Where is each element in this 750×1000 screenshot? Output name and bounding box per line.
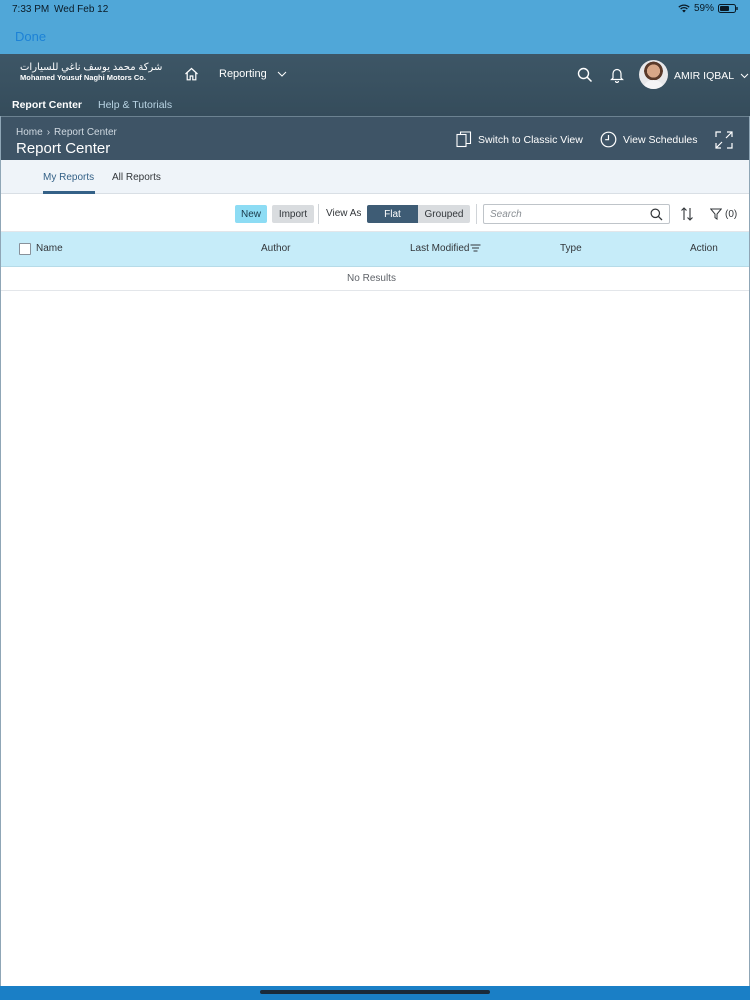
done-button[interactable]: Done [15,29,46,44]
logo-english-text: Mohamed Yousuf Naghi Motors Co. [20,73,146,82]
breadcrumb: Home › Report Center [16,127,117,138]
home-icon[interactable] [184,67,199,81]
view-as-label: View As [326,208,362,219]
sort-icon[interactable] [680,207,694,221]
select-all-checkbox[interactable] [19,243,31,255]
filter-count: (0) [725,208,738,220]
sort-descending-icon [470,244,481,252]
fullscreen-icon[interactable] [715,131,733,149]
view-mode-segmented: Flat Grouped [367,205,470,223]
copy-icon [456,131,472,148]
tab-bar: My Reports All Reports [0,160,750,194]
view-flat-button[interactable]: Flat [367,205,418,223]
status-indicators: 59% [678,3,738,14]
status-bar: 7:33 PM Wed Feb 12 59% [0,0,750,18]
search-icon[interactable] [577,67,593,83]
column-last-modified[interactable]: Last Modified [410,243,481,254]
table-empty-row: No Results [0,267,750,291]
search-field[interactable] [483,204,670,224]
view-schedules-label: View Schedules [623,133,698,146]
nav-help-tutorials[interactable]: Help & Tutorials [98,99,172,111]
logo-arabic-text: شركة محمد يوسف ناغي للسيارات [20,62,163,73]
search-icon[interactable] [650,208,663,221]
avatar-body [643,80,664,89]
column-name[interactable]: Name [36,243,63,254]
table-toolbar: New Import View As Flat Grouped (0) [0,195,750,232]
page-header: Home › Report Center Report Center Switc… [0,116,750,160]
new-button[interactable]: New [235,205,267,223]
battery-icon [718,4,738,13]
shell-nav: Report Center Help & Tutorials [0,98,750,116]
filter-icon [710,208,722,220]
table-header: Name Author Last Modified Type Action [0,232,750,267]
toolbar-divider [476,204,477,224]
wifi-icon [678,4,690,13]
user-name: AMIR IQBAL [674,70,735,82]
page-title: Report Center [16,140,111,157]
company-logo[interactable]: شركة محمد يوسف ناغي للسيارات Mohamed You… [20,62,162,83]
column-type[interactable]: Type [560,243,582,254]
view-grouped-button[interactable]: Grouped [418,205,470,223]
import-button[interactable]: Import [272,205,314,223]
breadcrumb-home[interactable]: Home [16,127,43,138]
column-action: Action [690,243,718,254]
chevron-down-icon [740,73,749,79]
clock-icon [600,131,617,148]
column-author[interactable]: Author [261,243,290,254]
battery-percent: 59% [693,3,714,14]
ios-top-area: 7:33 PM Wed Feb 12 59% Done [0,0,750,54]
tab-my-reports[interactable]: My Reports [43,172,94,183]
user-menu[interactable]: AMIR IQBAL [674,70,749,82]
bottom-bar [0,986,750,1000]
column-last-modified-label: Last Modified [410,243,470,254]
nav-report-center[interactable]: Report Center [12,99,82,111]
frame-border-left [0,116,1,986]
search-input[interactable] [490,207,650,221]
app-shell-header: شركة محمد يوسف ناغي للسيارات Mohamed You… [0,54,750,116]
view-schedules-button[interactable]: View Schedules [600,131,698,148]
breadcrumb-current: Report Center [54,127,117,138]
reporting-menu-label: Reporting [219,68,267,80]
chevron-down-icon [277,71,287,77]
filter-button[interactable]: (0) [710,208,737,220]
tab-all-reports[interactable]: All Reports [112,172,161,183]
status-time: 7:33 PM [12,4,50,15]
no-results-text: No Results [347,273,396,284]
toolbar-divider [318,204,319,224]
switch-classic-view-button[interactable]: Switch to Classic View [456,131,583,148]
tab-active-indicator [43,191,95,194]
home-indicator[interactable] [260,990,490,994]
bell-icon[interactable] [610,67,624,83]
status-date: Wed Feb 12 [54,4,109,15]
switch-classic-view-label: Switch to Classic View [478,133,583,146]
reporting-menu[interactable]: Reporting [219,68,287,80]
avatar[interactable] [639,60,668,89]
breadcrumb-separator: › [46,127,51,138]
